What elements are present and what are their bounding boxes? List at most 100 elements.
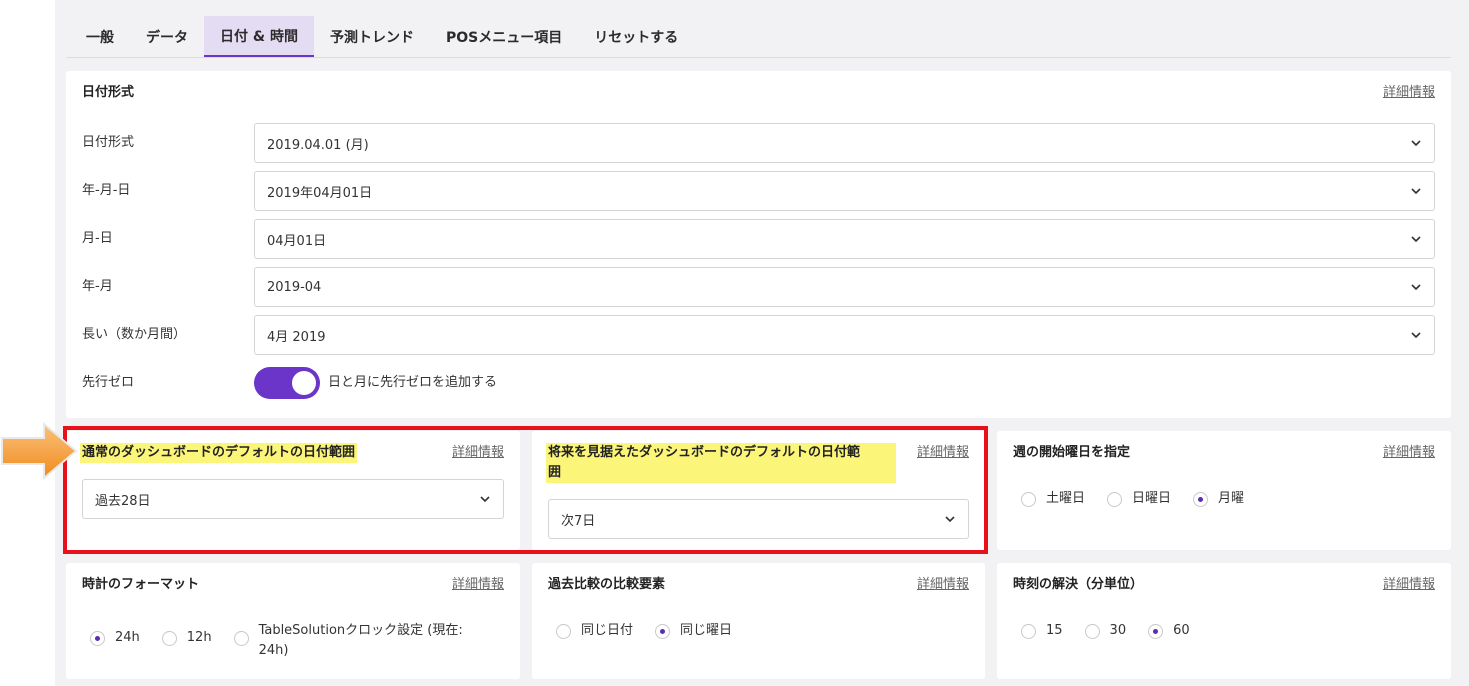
radio-same-date[interactable]: 同じ日付 bbox=[556, 621, 633, 641]
radio-15-min[interactable]: 15 bbox=[1021, 621, 1063, 641]
leading-zero-label: 先行ゼロ bbox=[82, 375, 135, 390]
toggle-knob bbox=[292, 371, 316, 395]
radio-saturday[interactable]: 土曜日 bbox=[1021, 489, 1085, 509]
radio-label: 日曜日 bbox=[1132, 491, 1172, 506]
long-format-select[interactable]: 4月 2019 bbox=[254, 315, 1435, 355]
radio-24h[interactable]: 24h bbox=[90, 628, 140, 648]
week-start-card: 週の開始曜日を指定 詳細情報 土曜日 日曜日 月曜 bbox=[997, 431, 1451, 550]
radio-circle bbox=[1107, 491, 1123, 507]
default-range-select[interactable]: 過去28日 bbox=[82, 479, 504, 519]
clock-format-radio-group: 24h 12h TableSolutionクロック設定 (現在: 24h) bbox=[90, 621, 485, 661]
radio-circle bbox=[1084, 623, 1100, 639]
time-resolution-radio-group: 15 30 60 bbox=[1021, 621, 1212, 641]
tab-reset[interactable]: リセットする bbox=[578, 16, 694, 58]
system-clock-label-line2: 24h) bbox=[258, 643, 289, 658]
radio-label: 土曜日 bbox=[1046, 491, 1086, 506]
future-range-select[interactable]: 次7日 bbox=[548, 499, 969, 539]
radio-system-clock[interactable]: TableSolutionクロック設定 (現在: 24h) bbox=[233, 621, 463, 661]
ym-format-value: 2019-04 bbox=[267, 279, 322, 295]
future-range-card: 将来を見据えたダッシュボードのデフォルトの日付範 囲 詳細情報 次7日 bbox=[532, 431, 985, 550]
future-range-title-line1: 将来を見据えたダッシュボードのデフォルトの日付範 bbox=[548, 445, 861, 460]
ymd-format-value: 2019年04月01日 bbox=[267, 185, 373, 201]
radio-label: 同じ日付 bbox=[581, 623, 634, 638]
radio-label: 24h bbox=[115, 630, 140, 645]
chevron-down-icon bbox=[945, 516, 955, 523]
date-format-label: 日付形式 bbox=[82, 135, 135, 150]
radio-60-min[interactable]: 60 bbox=[1148, 621, 1190, 641]
radio-circle bbox=[655, 623, 671, 639]
settings-tabs: 一般 データ 日付 & 時間 予測トレンド POSメニュー項目 リセットする bbox=[70, 16, 694, 58]
radio-circle bbox=[556, 623, 571, 639]
future-range-details-link[interactable]: 詳細情報 bbox=[917, 443, 969, 463]
date-format-value: 2019.04.01 (月) bbox=[267, 137, 369, 153]
radio-12h[interactable]: 12h bbox=[161, 628, 212, 648]
md-format-value: 04月01日 bbox=[267, 233, 327, 249]
ymd-format-label: 年-月-日 bbox=[82, 183, 131, 198]
comparison-title: 過去比較の比較要素 bbox=[548, 577, 666, 592]
time-resolution-details-link[interactable]: 詳細情報 bbox=[1383, 575, 1435, 595]
radio-monday[interactable]: 月曜 bbox=[1193, 489, 1244, 509]
long-format-label: 長い（数か月間） bbox=[82, 327, 187, 342]
default-range-value: 過去28日 bbox=[95, 493, 151, 509]
chevron-down-icon bbox=[480, 496, 490, 503]
week-start-title: 週の開始曜日を指定 bbox=[1013, 445, 1131, 460]
chevron-down-icon bbox=[1411, 188, 1421, 195]
ym-format-label: 年-月 bbox=[82, 279, 113, 294]
md-format-label: 月-日 bbox=[82, 231, 113, 246]
radio-label: 60 bbox=[1173, 623, 1190, 638]
radio-label: 月曜 bbox=[1218, 491, 1245, 506]
future-range-title-line2: 囲 bbox=[548, 465, 562, 480]
clock-format-card: 時計のフォーマット 詳細情報 24h 12h TableSolutionクロック… bbox=[66, 563, 520, 679]
future-range-value: 次7日 bbox=[561, 513, 596, 529]
chevron-down-icon bbox=[1411, 284, 1421, 291]
radio-30-min[interactable]: 30 bbox=[1084, 621, 1127, 641]
chevron-down-icon bbox=[1411, 140, 1421, 147]
leading-zero-toggle[interactable] bbox=[254, 367, 320, 399]
radio-circle bbox=[161, 630, 177, 646]
chevron-down-icon bbox=[1411, 236, 1421, 243]
radio-label: 同じ曜日 bbox=[680, 623, 733, 638]
radio-circle bbox=[1193, 491, 1209, 507]
tab-general[interactable]: 一般 bbox=[70, 16, 130, 58]
radio-label: TableSolutionクロック設定 (現在: 24h) bbox=[259, 621, 463, 661]
radio-label: 15 bbox=[1046, 623, 1063, 638]
radio-circle bbox=[233, 631, 249, 646]
clock-format-title: 時計のフォーマット bbox=[82, 577, 200, 592]
date-format-details-link[interactable]: 詳細情報 bbox=[1383, 83, 1435, 103]
system-clock-label-line1: TableSolutionクロック設定 (現在: bbox=[258, 623, 463, 638]
annotation-arrow-icon bbox=[1, 421, 78, 481]
comparison-radio-group: 同じ日付 同じ曜日 bbox=[556, 621, 754, 641]
tab-divider bbox=[66, 57, 1451, 58]
radio-circle bbox=[1021, 491, 1036, 507]
radio-label: 30 bbox=[1109, 623, 1127, 638]
date-format-title: 日付形式 bbox=[82, 85, 135, 100]
tab-pos-menu-items[interactable]: POSメニュー項目 bbox=[430, 16, 578, 58]
leading-zero-toggle-label: 日と月に先行ゼロを追加する bbox=[328, 375, 498, 390]
comparison-details-link[interactable]: 詳細情報 bbox=[917, 575, 969, 595]
time-resolution-card: 時刻の解決（分単位） 詳細情報 15 30 60 bbox=[997, 563, 1451, 679]
radio-same-weekday[interactable]: 同じ曜日 bbox=[655, 621, 732, 641]
time-resolution-title: 時刻の解決（分単位） bbox=[1013, 577, 1144, 592]
tab-data[interactable]: データ bbox=[130, 16, 204, 58]
radio-circle bbox=[1021, 623, 1036, 639]
tab-date-time[interactable]: 日付 & 時間 bbox=[204, 16, 314, 58]
radio-circle bbox=[1148, 623, 1164, 639]
tab-forecast-trend[interactable]: 予測トレンド bbox=[314, 16, 430, 58]
radio-circle bbox=[90, 630, 105, 646]
date-format-card: 日付形式 詳細情報 日付形式 2019.04.01 (月) 年-月-日 2019… bbox=[66, 71, 1451, 418]
default-range-card: 通常のダッシュボードのデフォルトの日付範囲 詳細情報 過去28日 bbox=[66, 431, 520, 550]
ym-format-select[interactable]: 2019-04 bbox=[254, 267, 1435, 307]
future-range-title: 将来を見据えたダッシュボードのデフォルトの日付範 囲 bbox=[546, 443, 896, 483]
md-format-select[interactable]: 04月01日 bbox=[254, 219, 1435, 259]
week-start-radio-group: 土曜日 日曜日 月曜 bbox=[1021, 489, 1266, 509]
radio-sunday[interactable]: 日曜日 bbox=[1107, 489, 1171, 509]
default-range-details-link[interactable]: 詳細情報 bbox=[452, 443, 504, 463]
date-format-select[interactable]: 2019.04.01 (月) bbox=[254, 123, 1435, 163]
chevron-down-icon bbox=[1411, 332, 1421, 339]
clock-format-details-link[interactable]: 詳細情報 bbox=[452, 575, 504, 595]
ymd-format-select[interactable]: 2019年04月01日 bbox=[254, 171, 1435, 211]
comparison-card: 過去比較の比較要素 詳細情報 同じ日付 同じ曜日 bbox=[532, 563, 985, 679]
default-range-title: 通常のダッシュボードのデフォルトの日付範囲 bbox=[80, 443, 358, 463]
radio-label: 12h bbox=[186, 630, 212, 645]
week-start-details-link[interactable]: 詳細情報 bbox=[1383, 443, 1435, 463]
